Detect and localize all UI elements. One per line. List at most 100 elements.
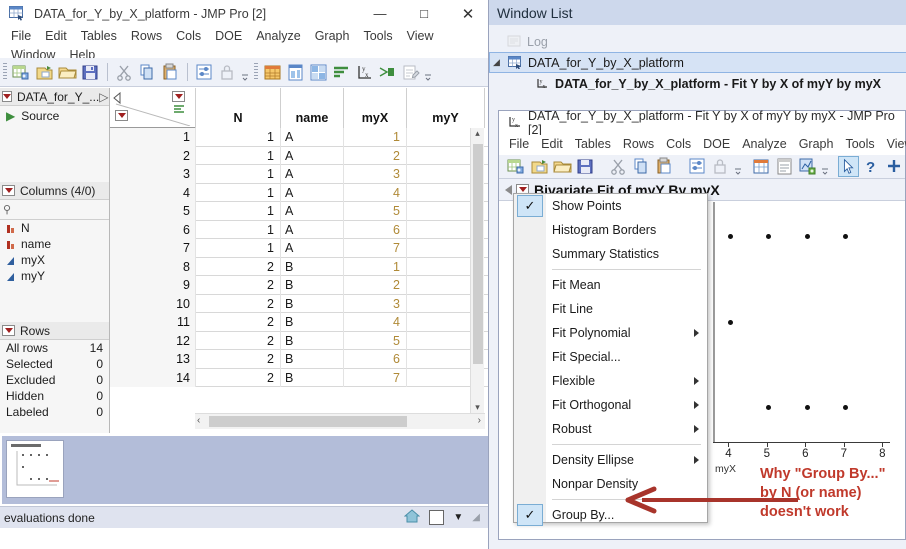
table-cell[interactable]: 7	[343, 368, 406, 387]
row-number-cell[interactable]: 2	[110, 146, 195, 165]
disclosure-triangle-icon[interactable]	[505, 184, 512, 195]
table-cell[interactable]: 2	[195, 257, 280, 276]
rows-stat-selected[interactable]: Selected 0	[0, 356, 109, 372]
grid-column-header-N[interactable]: N	[195, 88, 280, 128]
table-row[interactable]: 112B42	[110, 313, 490, 332]
table-row[interactable]: 122B53	[110, 331, 490, 350]
analysis-menu-item-cols[interactable]: Cols	[660, 135, 697, 155]
menu-item-file[interactable]: File	[4, 27, 38, 46]
table-row[interactable]: 41A43	[110, 183, 490, 202]
table-row[interactable]: 71A71	[110, 239, 490, 258]
sort-icon[interactable]	[331, 62, 352, 83]
context-menu-item-fit-mean[interactable]: Fit Mean	[514, 273, 707, 297]
grid-column-header-name[interactable]: name	[280, 88, 343, 128]
lock-icon[interactable]	[710, 156, 731, 177]
table-row[interactable]: 31A33	[110, 165, 490, 184]
analysis-menu-item-graph[interactable]: Graph	[793, 135, 840, 155]
table-row[interactable]: 51A51	[110, 202, 490, 221]
table-cell[interactable]: 2	[195, 294, 280, 313]
report-icon[interactable]	[285, 62, 306, 83]
column-item-myY[interactable]: myY	[0, 268, 109, 284]
row-number-cell[interactable]: 5	[110, 202, 195, 221]
rows-stat-excluded[interactable]: Excluded 0	[0, 372, 109, 388]
data-point[interactable]	[804, 233, 810, 239]
dropdown-caret-icon[interactable]: ▼	[453, 512, 463, 523]
table-cell[interactable]: 1	[195, 165, 280, 184]
lock-icon[interactable]	[217, 62, 238, 83]
table-cell[interactable]: 1	[343, 257, 406, 276]
row-number-cell[interactable]: 9	[110, 276, 195, 295]
table-cell[interactable]: 1	[195, 239, 280, 258]
table-cell[interactable]: 2	[343, 146, 406, 165]
table-cell[interactable]: 5	[343, 331, 406, 350]
columns-search-row[interactable]: ⚲	[0, 200, 109, 220]
table-cell[interactable]: 3	[343, 165, 406, 184]
toolbar-overflow-icon-2[interactable]	[423, 62, 433, 83]
table-cell[interactable]: A	[280, 183, 343, 202]
data-point[interactable]	[843, 233, 849, 239]
distribution-icon[interactable]	[377, 62, 398, 83]
table-cell[interactable]: A	[280, 128, 343, 147]
data-point[interactable]	[727, 233, 733, 239]
menu-item-cols[interactable]: Cols	[169, 27, 208, 46]
table-row[interactable]: 92B22	[110, 276, 490, 295]
window-list-item[interactable]: ◢ DATA_for_Y_by_X_platform	[489, 52, 906, 73]
menu-item-tables[interactable]: Tables	[74, 27, 124, 46]
grid-column-header-myX[interactable]: myX	[343, 88, 406, 128]
columns-header[interactable]: Columns (4/0)	[0, 182, 109, 200]
row-number-cell[interactable]: 3	[110, 165, 195, 184]
source-script-row[interactable]: ▶ Source	[0, 108, 109, 124]
column-item-name[interactable]: name	[0, 236, 109, 252]
table-cell[interactable]: 4	[343, 183, 406, 202]
open-file-icon[interactable]	[552, 156, 573, 177]
subset-icon[interactable]	[308, 62, 329, 83]
data-point[interactable]	[727, 319, 733, 325]
maximize-button[interactable]: □	[402, 0, 446, 27]
context-menu-item-flexible[interactable]: Flexible	[514, 369, 707, 393]
menu-item-view[interactable]: View	[400, 27, 441, 46]
toolbar-grip[interactable]	[3, 63, 7, 81]
table-cell[interactable]: 1	[195, 202, 280, 221]
table-cell[interactable]: 2	[343, 276, 406, 295]
table-menu-icon[interactable]	[2, 91, 12, 102]
grid-column-header-myY[interactable]: myY	[406, 88, 484, 128]
table-cell[interactable]: 1	[195, 183, 280, 202]
table-cell[interactable]: B	[280, 276, 343, 295]
analysis-menu-item-tools[interactable]: Tools	[839, 135, 880, 155]
table-name-header[interactable]: DATA_for_Y_... ▷	[0, 88, 109, 106]
script-icon[interactable]	[400, 62, 421, 83]
report-thumbnail[interactable]	[6, 440, 64, 498]
table-cell[interactable]: 6	[343, 350, 406, 369]
table-cell[interactable]: A	[280, 146, 343, 165]
help-tool-icon[interactable]: ?	[861, 156, 882, 177]
table-cell[interactable]: B	[280, 313, 343, 332]
column-item-N[interactable]: N	[0, 220, 109, 236]
table-row[interactable]: 142B73	[110, 368, 490, 387]
cut-icon[interactable]	[608, 156, 629, 177]
grid-horizontal-scrollbar[interactable]: ‹ ›	[195, 413, 485, 429]
table-cell[interactable]: 2	[195, 368, 280, 387]
context-menu-item-histogram-borders[interactable]: Histogram Borders	[514, 218, 707, 242]
open-file-icon[interactable]	[57, 62, 78, 83]
row-number-cell[interactable]: 8	[110, 257, 195, 276]
data-point[interactable]	[804, 405, 810, 411]
scroll-thumb-vertical[interactable]	[473, 144, 483, 364]
table-row[interactable]: 102B32	[110, 294, 490, 313]
save-icon[interactable]	[575, 156, 596, 177]
context-menu-item-density-ellipse[interactable]: Density Ellipse	[514, 448, 707, 472]
scroll-up-icon[interactable]: ▴	[471, 128, 484, 139]
home-icon[interactable]	[404, 509, 421, 526]
row-number-cell[interactable]: 1	[110, 128, 195, 147]
table-row[interactable]: 21A23	[110, 146, 490, 165]
menu-item-tools[interactable]: Tools	[356, 27, 399, 46]
table-cell[interactable]: 1	[195, 146, 280, 165]
context-menu-item-fit-special[interactable]: Fit Special...	[514, 345, 707, 369]
minimize-button[interactable]: —	[358, 0, 402, 27]
open-recent-icon[interactable]	[34, 62, 55, 83]
table-cell[interactable]: 2	[195, 350, 280, 369]
new-data-table-icon[interactable]	[506, 156, 527, 177]
columns-dropdown-icon[interactable]	[172, 91, 185, 102]
rows-menu-icon[interactable]	[2, 325, 15, 336]
column-item-myX[interactable]: myX	[0, 252, 109, 268]
table-cell[interactable]: A	[280, 239, 343, 258]
